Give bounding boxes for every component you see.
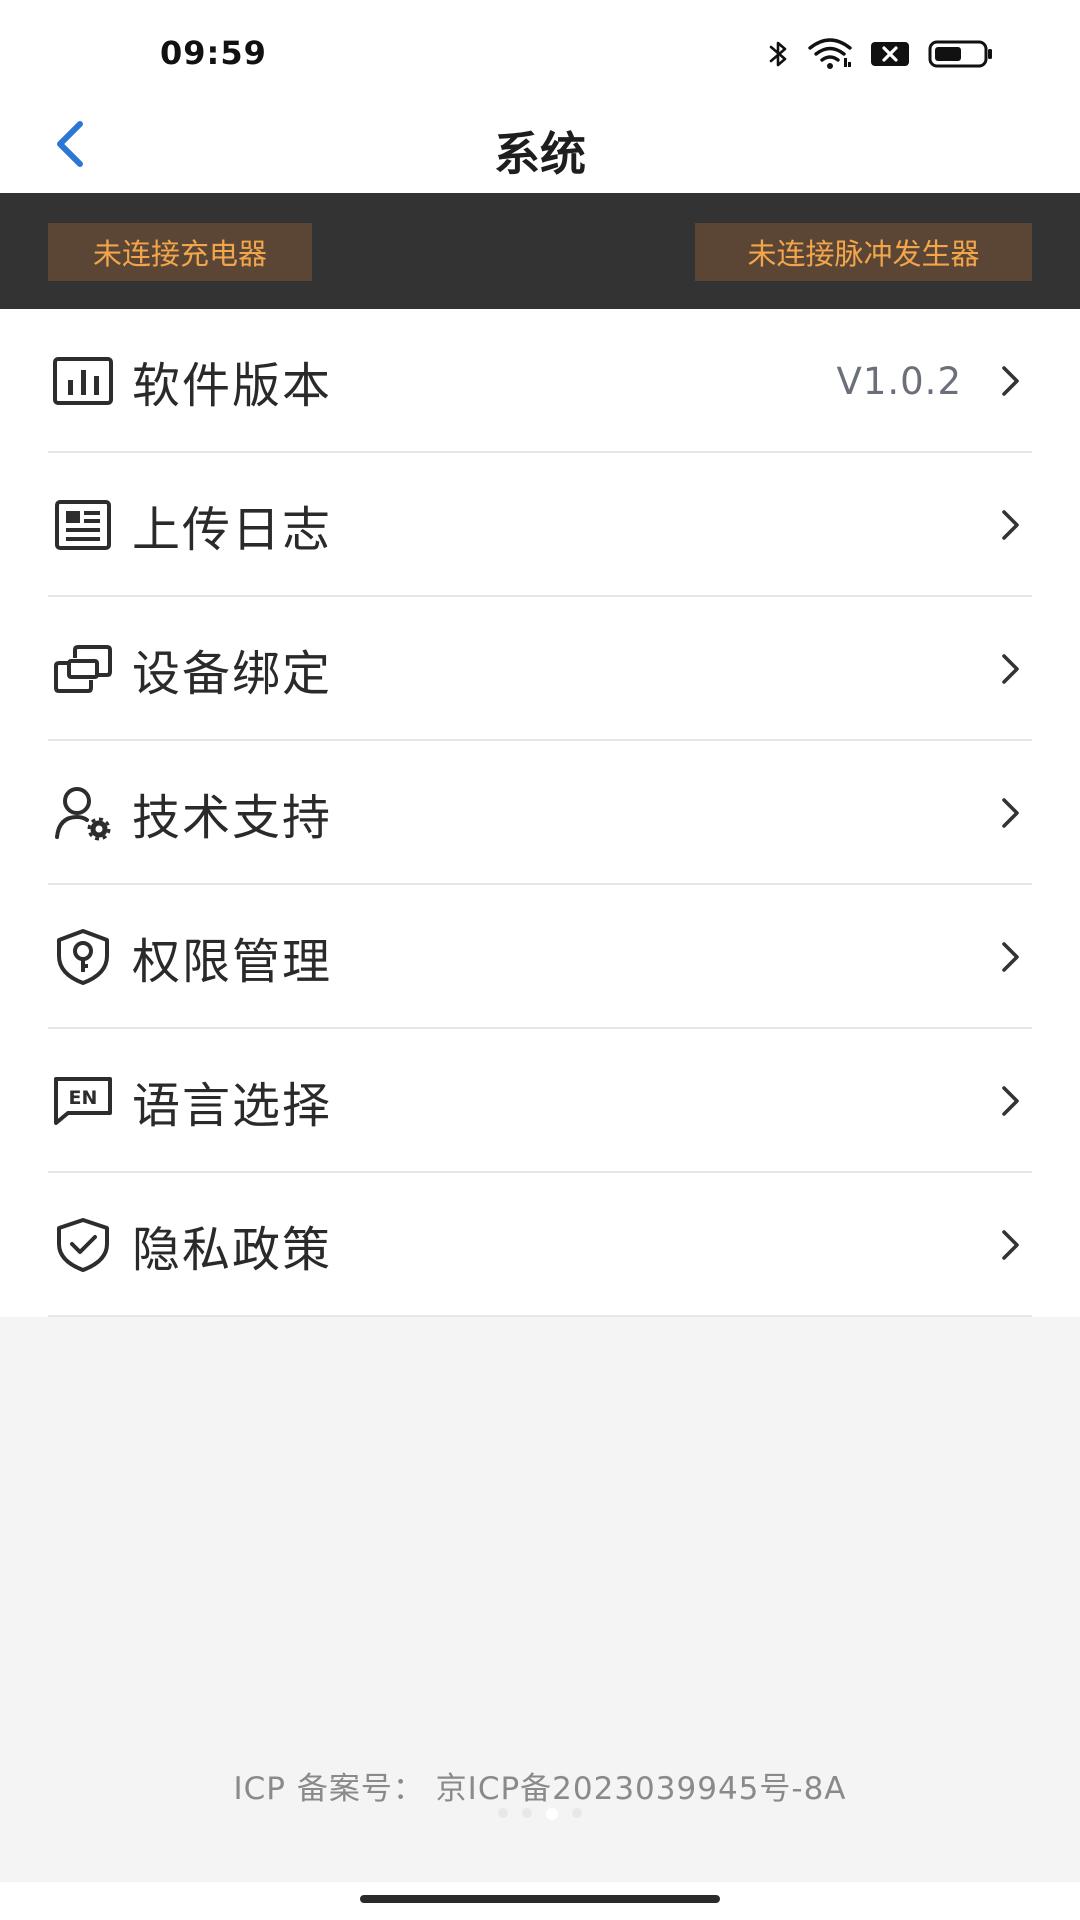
home-area <box>0 1882 1080 1920</box>
status-icons <box>768 38 994 74</box>
menu-item-language[interactable]: EN 语言选择 <box>0 1029 1080 1173</box>
permission-shield-icon <box>52 926 114 988</box>
menu-item-privacy-policy[interactable]: 隐私政策 <box>0 1173 1080 1317</box>
chevron-right-icon <box>996 649 1026 689</box>
menu-item-label: 语言选择 <box>132 1078 333 1134</box>
menu-item-device-binding[interactable]: 设备绑定 <box>0 597 1080 741</box>
page-dot <box>522 1808 532 1818</box>
language-en-icon: EN <box>52 1070 114 1132</box>
menu-item-label: 软件版本 <box>132 358 333 414</box>
chevron-right-icon <box>996 793 1026 833</box>
support-user-icon <box>52 782 114 844</box>
svg-text:EN: EN <box>69 1087 98 1109</box>
chevron-right-icon <box>996 505 1026 545</box>
connection-status-bar: 未连接充电器 未连接脉冲发生器 <box>0 193 1080 309</box>
menu-item-label: 上传日志 <box>132 502 333 558</box>
menu-item-label: 设备绑定 <box>132 646 333 702</box>
nav-bar: 系统 <box>0 100 1080 193</box>
chevron-right-icon <box>996 361 1026 401</box>
settings-menu: 软件版本 V1.0.2 上传日志 设备绑定 技术支持 权限管理 EN 语言选择 … <box>0 309 1080 1317</box>
menu-item-tech-support[interactable]: 技术支持 <box>0 741 1080 885</box>
pulse-generator-status-badge: 未连接脉冲发生器 <box>695 223 1032 281</box>
chart-icon <box>52 350 114 412</box>
page-dot-active <box>546 1808 558 1820</box>
status-time: 09:59 <box>160 34 267 72</box>
chevron-right-icon <box>996 1225 1026 1265</box>
privacy-shield-icon <box>52 1214 114 1276</box>
chevron-right-icon <box>996 1081 1026 1121</box>
log-icon <box>52 494 114 556</box>
menu-item-label: 隐私政策 <box>132 1222 333 1278</box>
menu-item-software-version[interactable]: 软件版本 V1.0.2 <box>0 309 1080 453</box>
menu-item-label: 权限管理 <box>132 934 333 990</box>
menu-item-upload-log[interactable]: 上传日志 <box>0 453 1080 597</box>
menu-item-label: 技术支持 <box>132 790 333 846</box>
home-indicator[interactable] <box>360 1895 720 1903</box>
bluetooth-icon <box>768 38 790 74</box>
page-title: 系统 <box>494 127 586 181</box>
page-dot <box>498 1808 508 1818</box>
charger-status-badge: 未连接充电器 <box>48 223 312 281</box>
wifi-icon <box>808 38 852 74</box>
battery-icon <box>928 40 994 72</box>
page-dot <box>572 1808 582 1818</box>
icp-record-text: ICP 备案号： 京ICP备2023039945号-8A <box>233 1771 847 1807</box>
chevron-right-icon <box>996 937 1026 977</box>
version-value: V1.0.2 <box>836 359 962 403</box>
page-indicator <box>0 1808 1080 1820</box>
menu-item-permission-management[interactable]: 权限管理 <box>0 885 1080 1029</box>
sim-off-icon <box>870 41 910 71</box>
link-icon <box>52 638 114 700</box>
status-bar: 09:59 <box>0 0 1080 100</box>
